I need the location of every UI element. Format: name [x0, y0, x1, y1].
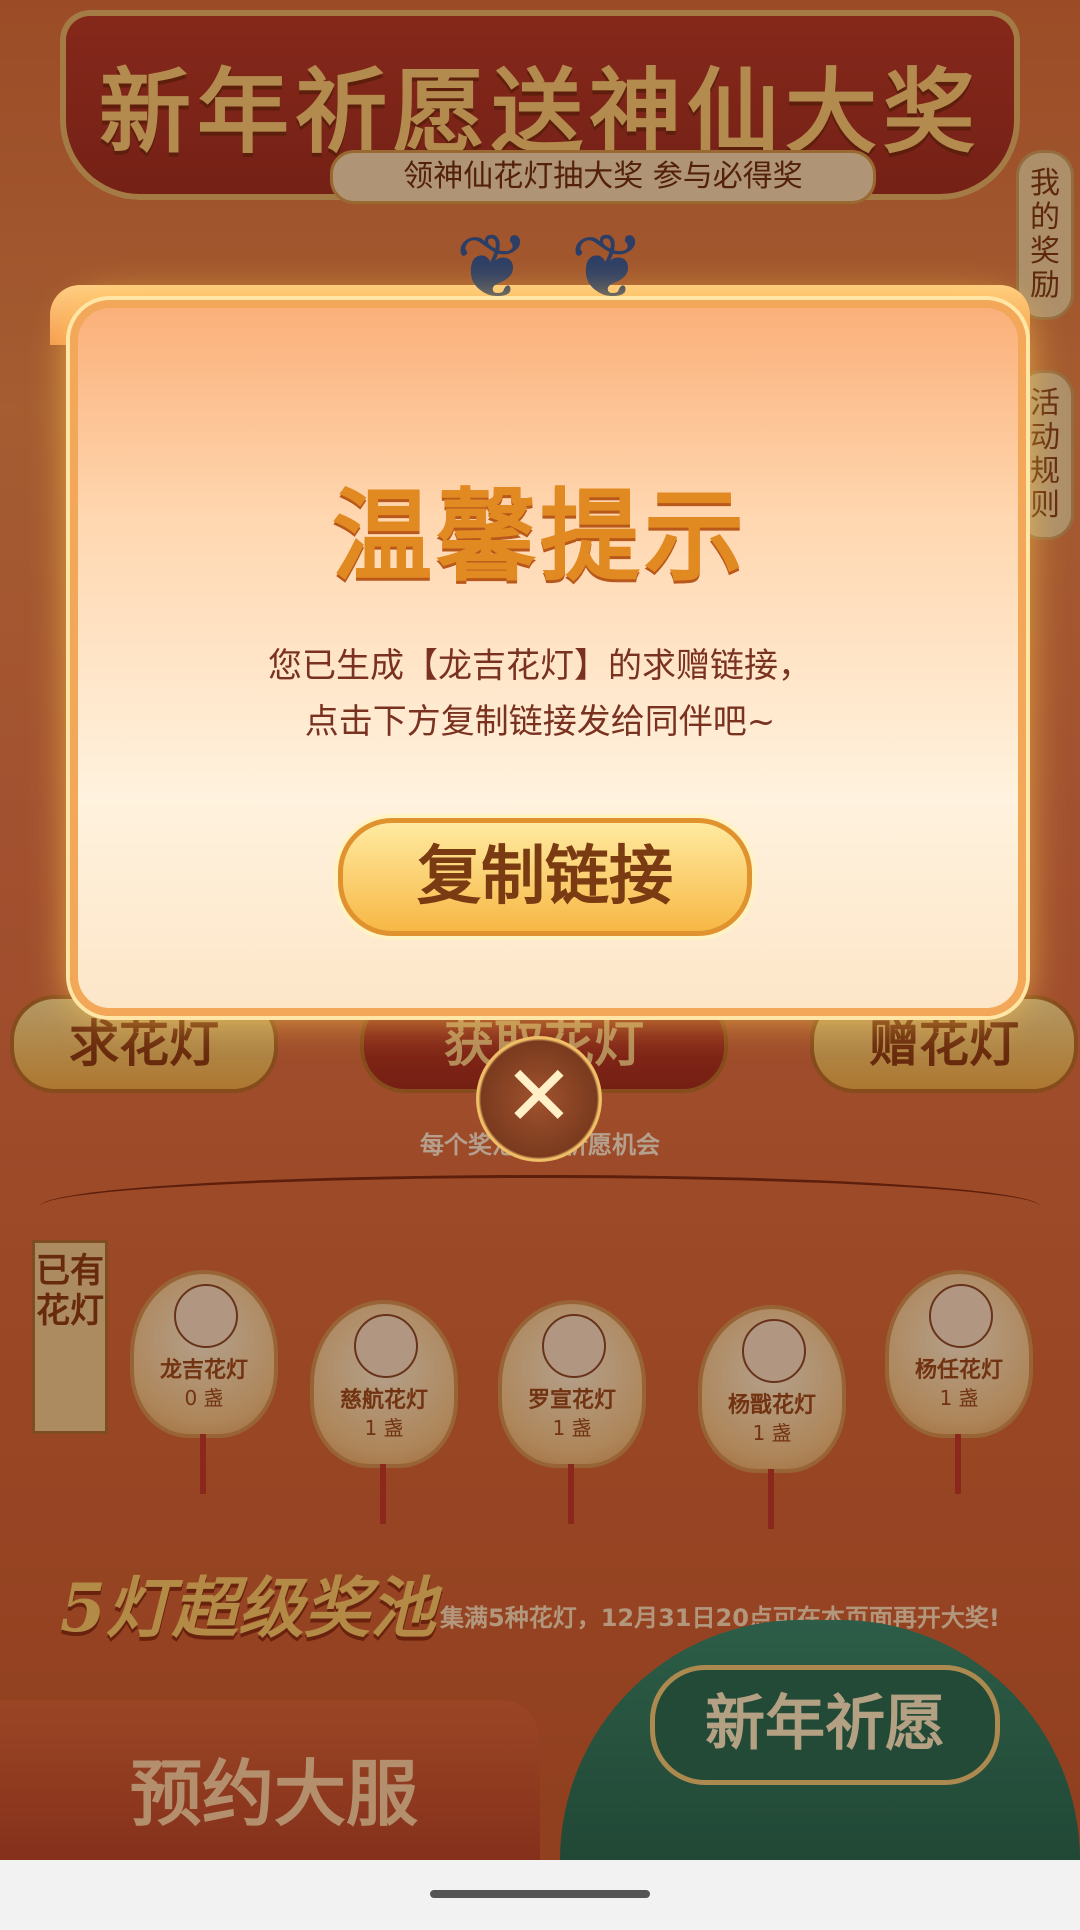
- dialog-message-line2: 点击下方复制链接发给同伴吧~: [304, 702, 776, 742]
- dialog-title: 温馨提示: [332, 477, 748, 595]
- dialog-message: 您已生成【龙吉花灯】的求赠链接， 点击下方复制链接发给同伴吧~: [0, 638, 1080, 750]
- home-indicator[interactable]: [430, 1890, 650, 1898]
- copy-link-button[interactable]: 复制链接: [338, 818, 752, 936]
- dialog-message-line1: 您已生成【龙吉花灯】的求赠链接，: [268, 646, 812, 686]
- close-icon[interactable]: ✕: [476, 1036, 602, 1162]
- system-nav-bar: [0, 1860, 1080, 1930]
